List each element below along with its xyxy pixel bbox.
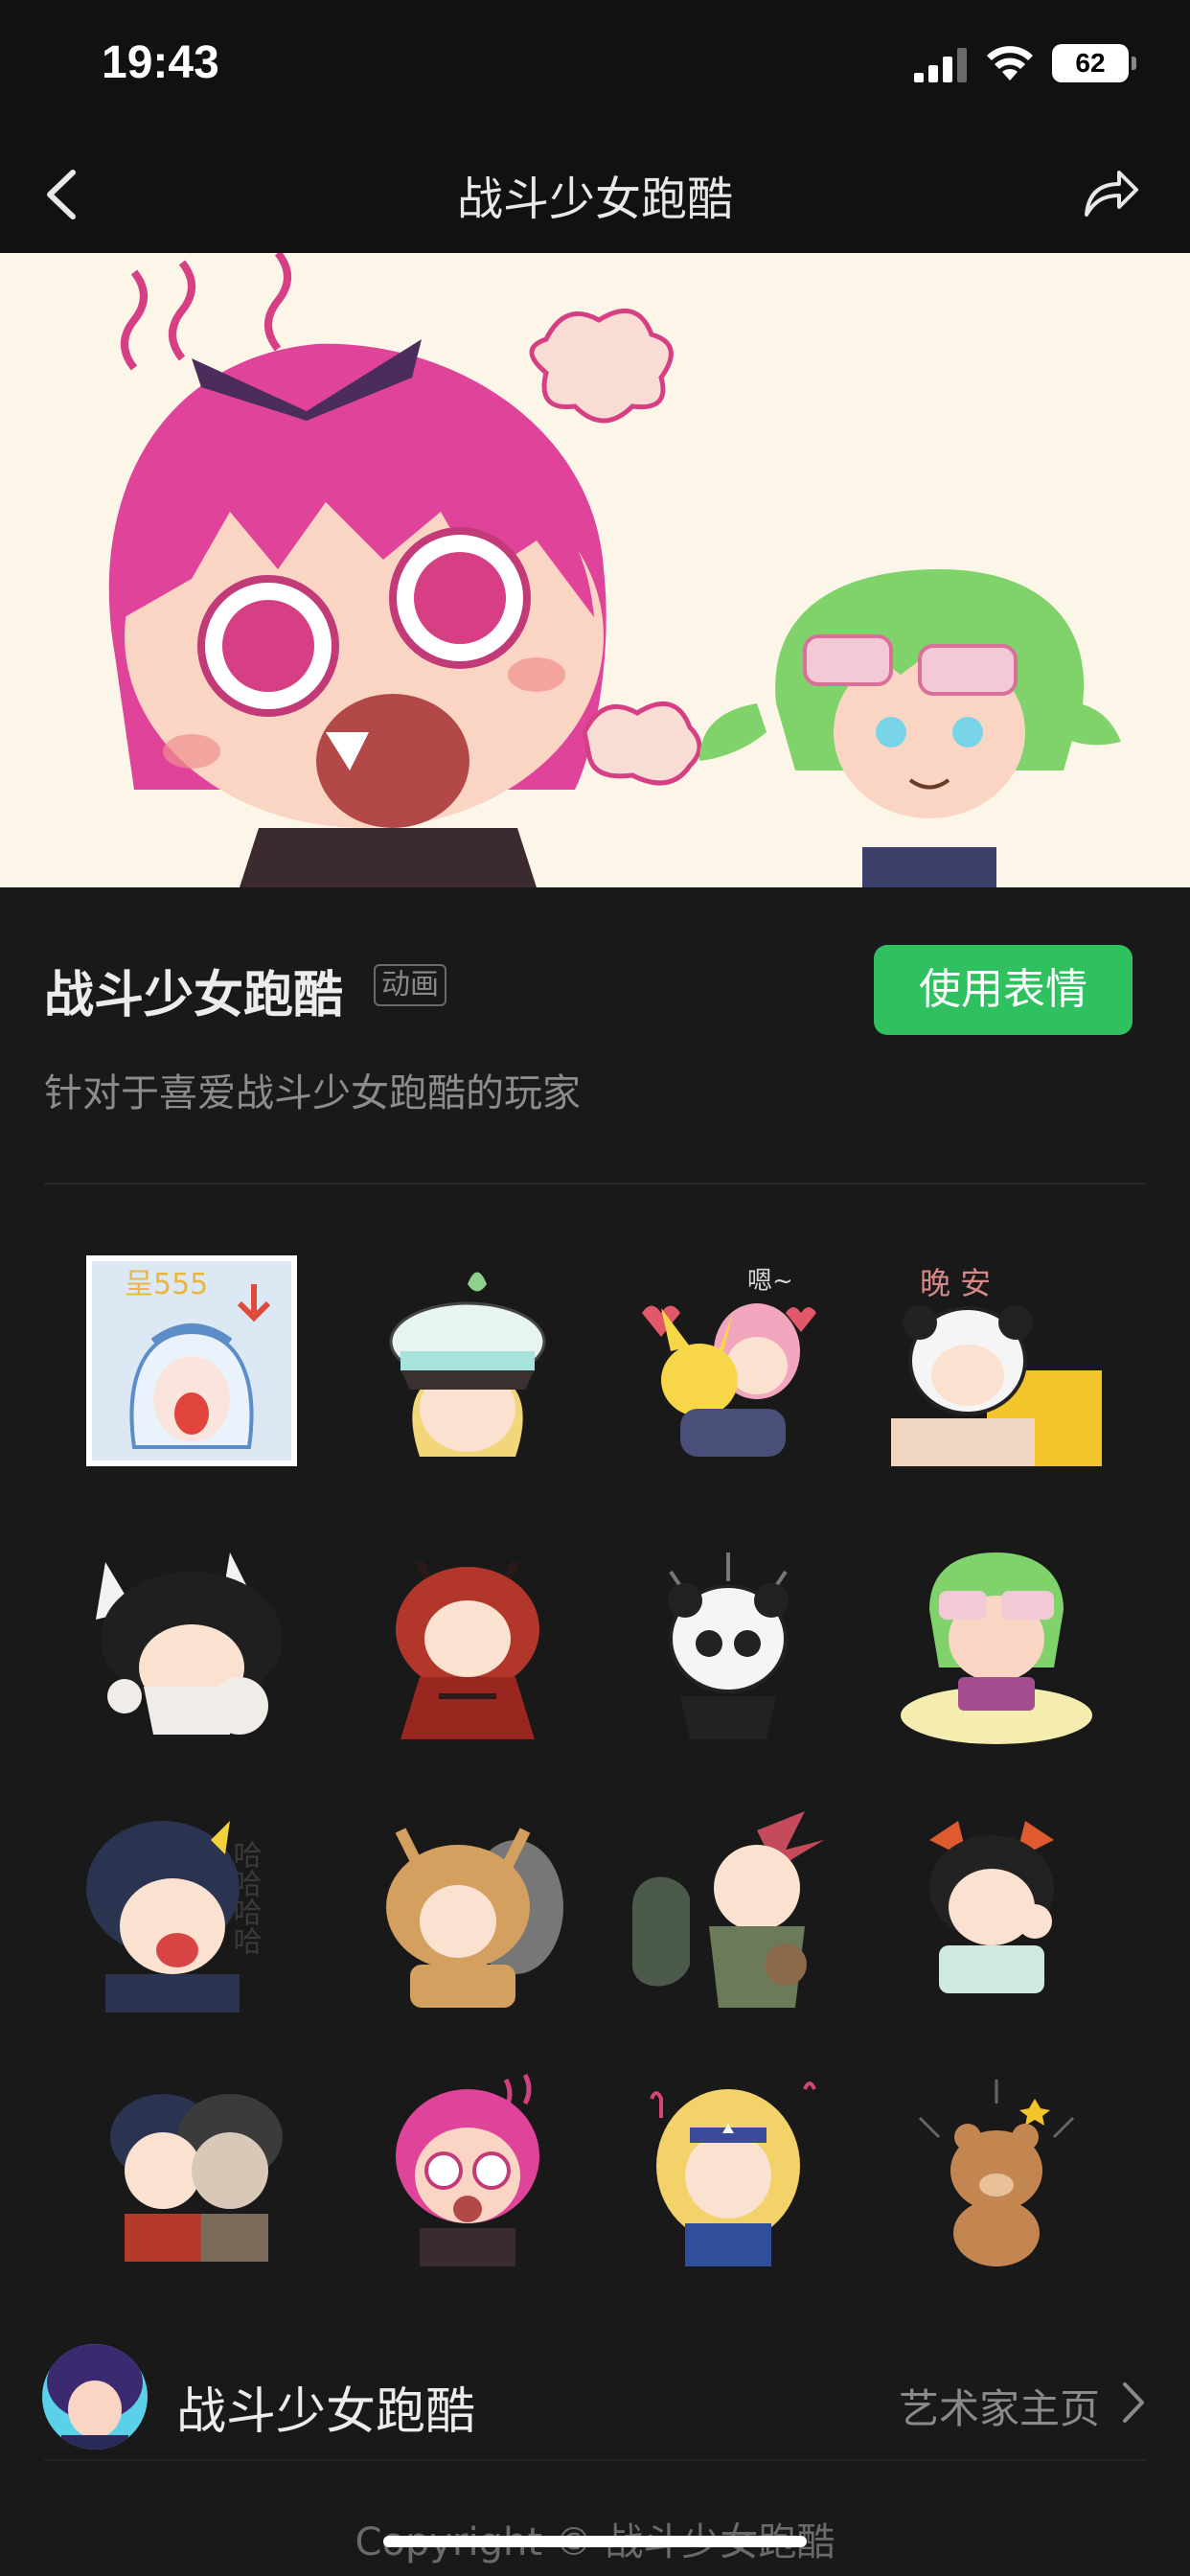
sticker-item[interactable]: 哈哈哈哈 (86, 1802, 297, 2012)
nav-bar: 战斗少女跑酷 (0, 134, 1190, 253)
artist-home-link[interactable]: 艺术家主页 (899, 2377, 1100, 2435)
sticker-image (396, 1560, 539, 1739)
sticker-image (650, 2082, 816, 2266)
divider (44, 2459, 1146, 2461)
pack-type-badge: 动画 (374, 964, 446, 1006)
banner-illustration (108, 253, 1121, 887)
sticker-item[interactable]: 嗯~ (623, 1255, 834, 1466)
sticker-item[interactable] (362, 2060, 573, 2271)
sticker-image (110, 2094, 283, 2262)
sticker-image (389, 1272, 546, 1457)
sticker-item[interactable] (891, 1533, 1102, 1744)
artist-row[interactable]: 战斗少女跑酷 艺术家主页 (0, 2338, 1190, 2459)
sticker-image: 哈哈哈哈 (86, 1821, 262, 2012)
sticker-image (668, 1552, 789, 1739)
page-title: 战斗少女跑酷 (456, 172, 733, 226)
sticker-item[interactable] (362, 1802, 573, 2012)
sticker-item[interactable] (86, 2060, 297, 2271)
divider (44, 1183, 1146, 1184)
artist-name: 战斗少女跑酷 (176, 2383, 476, 2441)
avatar-image (42, 2344, 148, 2450)
battery-indicator: 62 (1052, 44, 1136, 82)
sticker-image (632, 1811, 824, 2008)
sticker-image (386, 1828, 563, 2008)
use-sticker-button[interactable]: 使用表情 (874, 945, 1133, 1035)
sticker-item[interactable] (623, 1802, 834, 2012)
sticker-item[interactable] (891, 2060, 1102, 2271)
sticker-image: 呈555 (86, 1255, 297, 1466)
sticker-image (96, 1552, 283, 1735)
sticker-item[interactable] (362, 1255, 573, 1466)
sticker-item[interactable] (86, 1533, 297, 1744)
sticker-item[interactable] (891, 1802, 1102, 2012)
wifi-icon (987, 46, 1033, 80)
sticker-image: 嗯~ (642, 1267, 816, 1457)
sticker-image: 晚 安 (891, 1265, 1102, 1466)
sticker-item[interactable] (623, 1533, 834, 1744)
sticker-item[interactable]: 晚 安 (891, 1255, 1102, 1466)
sticker-item[interactable]: 呈555 (86, 1255, 297, 1466)
sticker-text: 呈555 (125, 1268, 208, 1301)
pack-title: 战斗少女跑酷 (44, 967, 344, 1024)
share-icon[interactable] (1081, 159, 1140, 226)
cellular-signal-icon (914, 48, 967, 82)
sticker-text: 嗯~ (747, 1267, 793, 1296)
sticker-item[interactable] (362, 1533, 573, 1744)
sticker-image (396, 2073, 539, 2266)
pack-description: 针对于喜爱战斗少女跑酷的玩家 (44, 1071, 581, 1116)
sticker-image (901, 1552, 1092, 1744)
sticker-image (918, 2080, 1075, 2266)
status-bar: 19:43 62 (0, 0, 1190, 134)
home-indicator[interactable] (383, 2536, 807, 2547)
sticker-text: 晚 安 (920, 1265, 991, 1301)
banner-image (0, 253, 1190, 887)
status-time: 19:43 (102, 37, 219, 88)
sticker-item[interactable] (623, 2060, 834, 2271)
chevron-right-icon (1123, 2382, 1144, 2423)
avatar (42, 2344, 148, 2450)
sticker-image (929, 1821, 1054, 1993)
